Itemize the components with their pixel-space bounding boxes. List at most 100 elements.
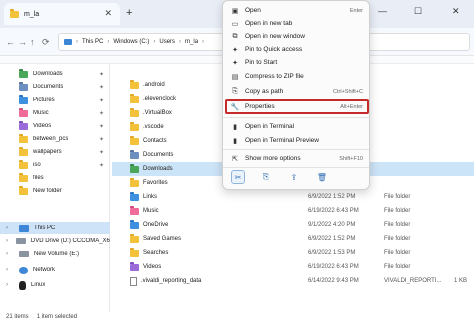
chevron-right-icon[interactable]: › (6, 282, 8, 288)
sidebar-item-videos[interactable]: Videos ✦ (0, 120, 110, 132)
list-item[interactable]: Videos 6/19/2022 6:43 PM File folder (112, 260, 474, 274)
file-name: Searches (143, 250, 169, 256)
chevron-right-icon: › (76, 39, 78, 45)
sidebar-item-this-pc[interactable]: › This PC (0, 222, 110, 234)
list-item[interactable]: Searches 6/9/2022 1:53 PM File folder (112, 246, 474, 260)
selection-count: 1 item selected (36, 314, 78, 320)
menu-item-compress-to-zip[interactable]: ▤ Compress to ZIP file (227, 70, 367, 83)
refresh-button[interactable]: ⟳ (42, 37, 50, 48)
menu-item-open-in-terminal[interactable]: ▮ Open in Terminal (227, 120, 367, 133)
menu-item-copy-as-path[interactable]: ⎘ Copy as path Ctrl+Shift+C (227, 85, 367, 98)
menu-item-properties[interactable]: 🔧 Properties Alt+Enter (225, 99, 369, 114)
videos-folder-icon (19, 121, 28, 130)
onedrive-folder-icon (130, 220, 139, 229)
sidebar-item-documents[interactable]: Documents ✦ (0, 81, 110, 93)
sidebar-item-pictures[interactable]: Pictures ✦ (0, 94, 110, 106)
sidebar-item-label: Pictures (33, 97, 55, 103)
tab-label: m_la (24, 10, 40, 18)
menu-item-open-in-new-tab[interactable]: ▭ Open in new tab (227, 17, 367, 30)
share-icon[interactable]: ⇪ (287, 170, 301, 184)
sidebar-item-music[interactable]: Music ✦ (0, 107, 110, 119)
list-item[interactable]: OneDrive 9/1/2022 4:20 PM File folder (112, 218, 474, 232)
chevron-right-icon[interactable]: › (6, 238, 8, 244)
sidebar-item-label: Network (33, 267, 56, 273)
minimize-button[interactable]: — (378, 6, 387, 16)
sidebar-item-dvd-drive[interactable]: › DVD Drive (D:) CCCOMA_X64FRE_E (0, 235, 110, 247)
sidebar-item-label: New folder (33, 188, 62, 194)
file-name: Videos (143, 264, 162, 270)
folder-icon (130, 108, 139, 117)
menu-item-label: Pin to Start (245, 59, 278, 66)
chevron-right-icon: › (202, 39, 205, 45)
new-tab-button[interactable]: + (126, 7, 132, 19)
file-date: 9/1/2022 4:20 PM (308, 222, 356, 228)
breadcrumb-this-pc[interactable]: This PC (82, 39, 103, 45)
menu-item-label: Open in new tab (245, 20, 293, 27)
menu-divider (223, 117, 369, 118)
sidebar-item-files[interactable]: files (0, 172, 110, 184)
this-pc-icon (19, 224, 29, 232)
menu-item-open-in-new-window[interactable]: ⧉ Open in new window (227, 30, 367, 43)
new-tab-icon: ▭ (231, 20, 239, 28)
sidebar-item-label: wallpapers (33, 149, 62, 155)
sidebar-item-new-folder[interactable]: New folder (0, 185, 110, 197)
sidebar-item-downloads[interactable]: Downloads ✦ (0, 68, 110, 80)
file-name: Downloads (143, 166, 173, 172)
chevron-right-icon[interactable]: › (6, 251, 8, 257)
chevron-right-icon[interactable]: › (6, 267, 8, 273)
file-name: OneDrive (143, 222, 169, 228)
sidebar-item-network[interactable]: › Network (0, 264, 110, 276)
breadcrumb-users[interactable]: Users (159, 39, 175, 45)
search-input[interactable] (364, 33, 470, 51)
menu-item-pin-to-start[interactable]: ✦ Pin to Start (227, 56, 367, 69)
chevron-right-icon[interactable]: › (6, 225, 8, 231)
file-date: 6/9/2022 1:53 PM (308, 250, 356, 256)
menu-item-pin-to-quick-access[interactable]: ✦ Pin to Quick access (227, 43, 367, 56)
music-folder-icon (19, 108, 28, 117)
menu-item-label: Show more options (245, 155, 301, 162)
menu-item-shortcut: Enter (349, 7, 363, 14)
list-item[interactable]: Music 6/19/2022 6:43 PM File folder (112, 204, 474, 218)
pin-icon: ✦ (98, 162, 104, 169)
menu-item-open-in-terminal-preview[interactable]: ▮ Open in Terminal Preview (227, 134, 367, 147)
file-date: 6/14/2022 9:43 PM (308, 278, 359, 284)
menu-item-label: Properties (245, 103, 275, 110)
list-item[interactable]: .vivaldi_reporting_data 6/14/2022 9:43 P… (112, 274, 474, 288)
status-bar: 21 items 1 item selected (0, 312, 474, 322)
list-item[interactable]: Saved Games 6/9/2022 1:52 PM File folder (112, 232, 474, 246)
chevron-right-icon: › (153, 39, 156, 45)
sidebar-item-new-volume[interactable]: › New Volume (E:) (0, 248, 110, 260)
tab-m-la[interactable]: m_la ✕ (4, 3, 120, 25)
sidebar-item-between-pcs[interactable]: between_pcs ✦ (0, 133, 110, 145)
sidebar-item-label: between_pcs (33, 136, 69, 142)
tab-close-icon[interactable]: ✕ (104, 8, 112, 19)
list-item[interactable]: Links 6/9/2022 1:52 PM File folder (112, 190, 474, 204)
sidebar-item-iso[interactable]: iso ✦ (0, 159, 110, 171)
sidebar-item-label: files (33, 175, 44, 181)
back-button[interactable]: ← (6, 37, 15, 47)
breadcrumb-windows-c[interactable]: Windows (C:) (113, 39, 149, 45)
sidebar-item-linux[interactable]: › Linux (0, 279, 110, 291)
videos-folder-icon (130, 262, 139, 271)
sidebar-item-label: Linux (31, 282, 46, 288)
delete-icon[interactable]: 🗑 (315, 170, 329, 184)
breadcrumb-m-la[interactable]: m_la (185, 39, 198, 45)
copy-icon[interactable]: ⎘ (259, 170, 273, 184)
menu-item-show-more-options[interactable]: ⇱ Show more options Shift+F10 (227, 152, 367, 165)
forward-button[interactable]: → (18, 37, 27, 47)
dvd-drive-icon (15, 238, 26, 244)
documents-folder-icon (130, 150, 139, 159)
cut-icon[interactable]: ✂ (231, 170, 245, 184)
up-button[interactable]: ↑ (30, 37, 35, 47)
menu-item-open[interactable]: ▣ Open Enter (227, 4, 367, 17)
maximize-button[interactable]: ☐ (414, 6, 422, 17)
file-icon (130, 276, 137, 286)
close-window-button[interactable]: ✕ (452, 6, 460, 17)
folder-icon (19, 160, 28, 169)
downloads-folder-icon (19, 69, 28, 78)
sidebar-item-wallpapers[interactable]: wallpapers ✦ (0, 146, 110, 158)
file-type: File folder (384, 250, 411, 256)
sidebar-item-label: Documents (33, 84, 64, 90)
file-name: .VirtualBox (143, 110, 172, 116)
pin-icon: ✦ (98, 84, 104, 91)
